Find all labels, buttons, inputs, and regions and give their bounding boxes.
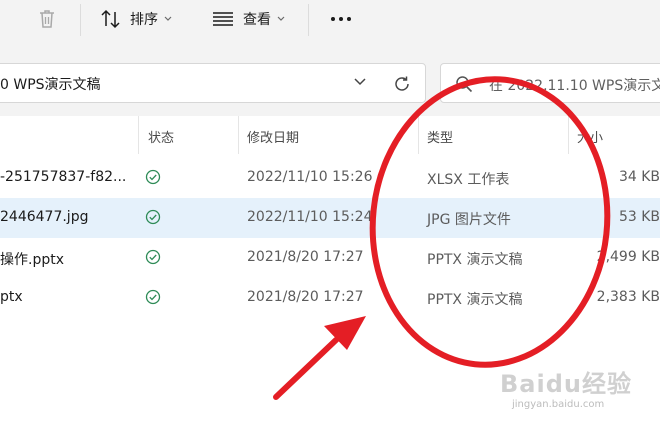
file-date: 2021/8/20 17:27 [247,289,364,305]
check-circle-icon [145,289,161,305]
toolbar-divider [308,4,309,36]
column-divider[interactable] [418,116,419,154]
file-size: 53 KB [618,209,660,225]
file-type: JPG 图片文件 [427,212,511,228]
file-name: 2446477.jpg [0,209,89,225]
trash-icon [40,10,54,28]
sort-label: 排序 [130,12,158,28]
column-divider[interactable] [568,116,569,154]
check-circle-icon [145,249,161,265]
chevron-down-icon [277,16,285,21]
file-row[interactable]: ptx 2021/8/20 17:27 PPTX 演示文稿 2,383 KB [0,278,660,318]
column-header-date[interactable]: 修改日期 [247,127,299,146]
watermark-brand: Baidu经验 [500,370,632,398]
file-type: PPTX 演示文稿 [427,252,523,268]
search-icon [456,76,473,93]
file-size: 2,383 KB [596,289,660,305]
view-label: 查看 [243,12,271,28]
chevron-down-icon[interactable] [354,78,366,86]
column-divider[interactable] [138,116,139,154]
watermark-url: jingyan.baidu.com [512,399,605,410]
address-path: 0 WPS演示文稿 [0,77,101,93]
file-date: 2022/11/10 15:24 [247,209,373,225]
file-size: 34 KB [618,169,660,185]
command-bar: 排序 查看 [0,0,660,44]
file-name: -251757837-f82... [0,169,127,185]
file-name: 操作.pptx [0,252,64,268]
check-circle-icon [145,209,161,225]
file-row[interactable]: 2446477.jpg 2022/11/10 15:24 JPG 图片文件 53… [0,198,660,238]
column-divider[interactable] [238,116,239,154]
delete-button[interactable] [36,0,58,38]
file-row[interactable]: -251757837-f82... 2022/11/10 15:26 XLSX … [0,158,660,198]
column-header-size[interactable]: 大小 [577,127,603,146]
file-date: 2021/8/20 17:27 [247,249,364,265]
file-name: ptx [0,289,23,305]
column-header-type[interactable]: 类型 [427,127,453,146]
refresh-icon[interactable] [393,75,411,93]
sort-button[interactable]: 排序 [100,0,172,38]
file-size: 2,499 KB [596,249,660,265]
column-header-status[interactable]: 状态 [148,127,174,146]
view-list-icon [213,12,233,26]
file-type: XLSX 工作表 [427,172,510,188]
view-button[interactable]: 查看 [212,0,285,38]
toolbar-divider [80,4,81,36]
more-icon [331,17,351,21]
more-options-button[interactable] [330,0,352,38]
address-bar[interactable]: 0 WPS演示文稿 [0,63,426,103]
watermark: Baidu经验 jingyan.baidu.com [500,364,632,410]
search-placeholder: 在 2022.11.10 WPS演示文 [489,78,660,94]
search-box[interactable]: 在 2022.11.10 WPS演示文 [440,63,660,103]
file-date: 2022/11/10 15:26 [247,169,373,185]
file-type: PPTX 演示文稿 [427,292,523,308]
sort-icon [101,9,120,29]
file-row[interactable]: 操作.pptx 2021/8/20 17:27 PPTX 演示文稿 2,499 … [0,238,660,278]
check-circle-icon [145,169,161,185]
chevron-down-icon [164,16,172,21]
